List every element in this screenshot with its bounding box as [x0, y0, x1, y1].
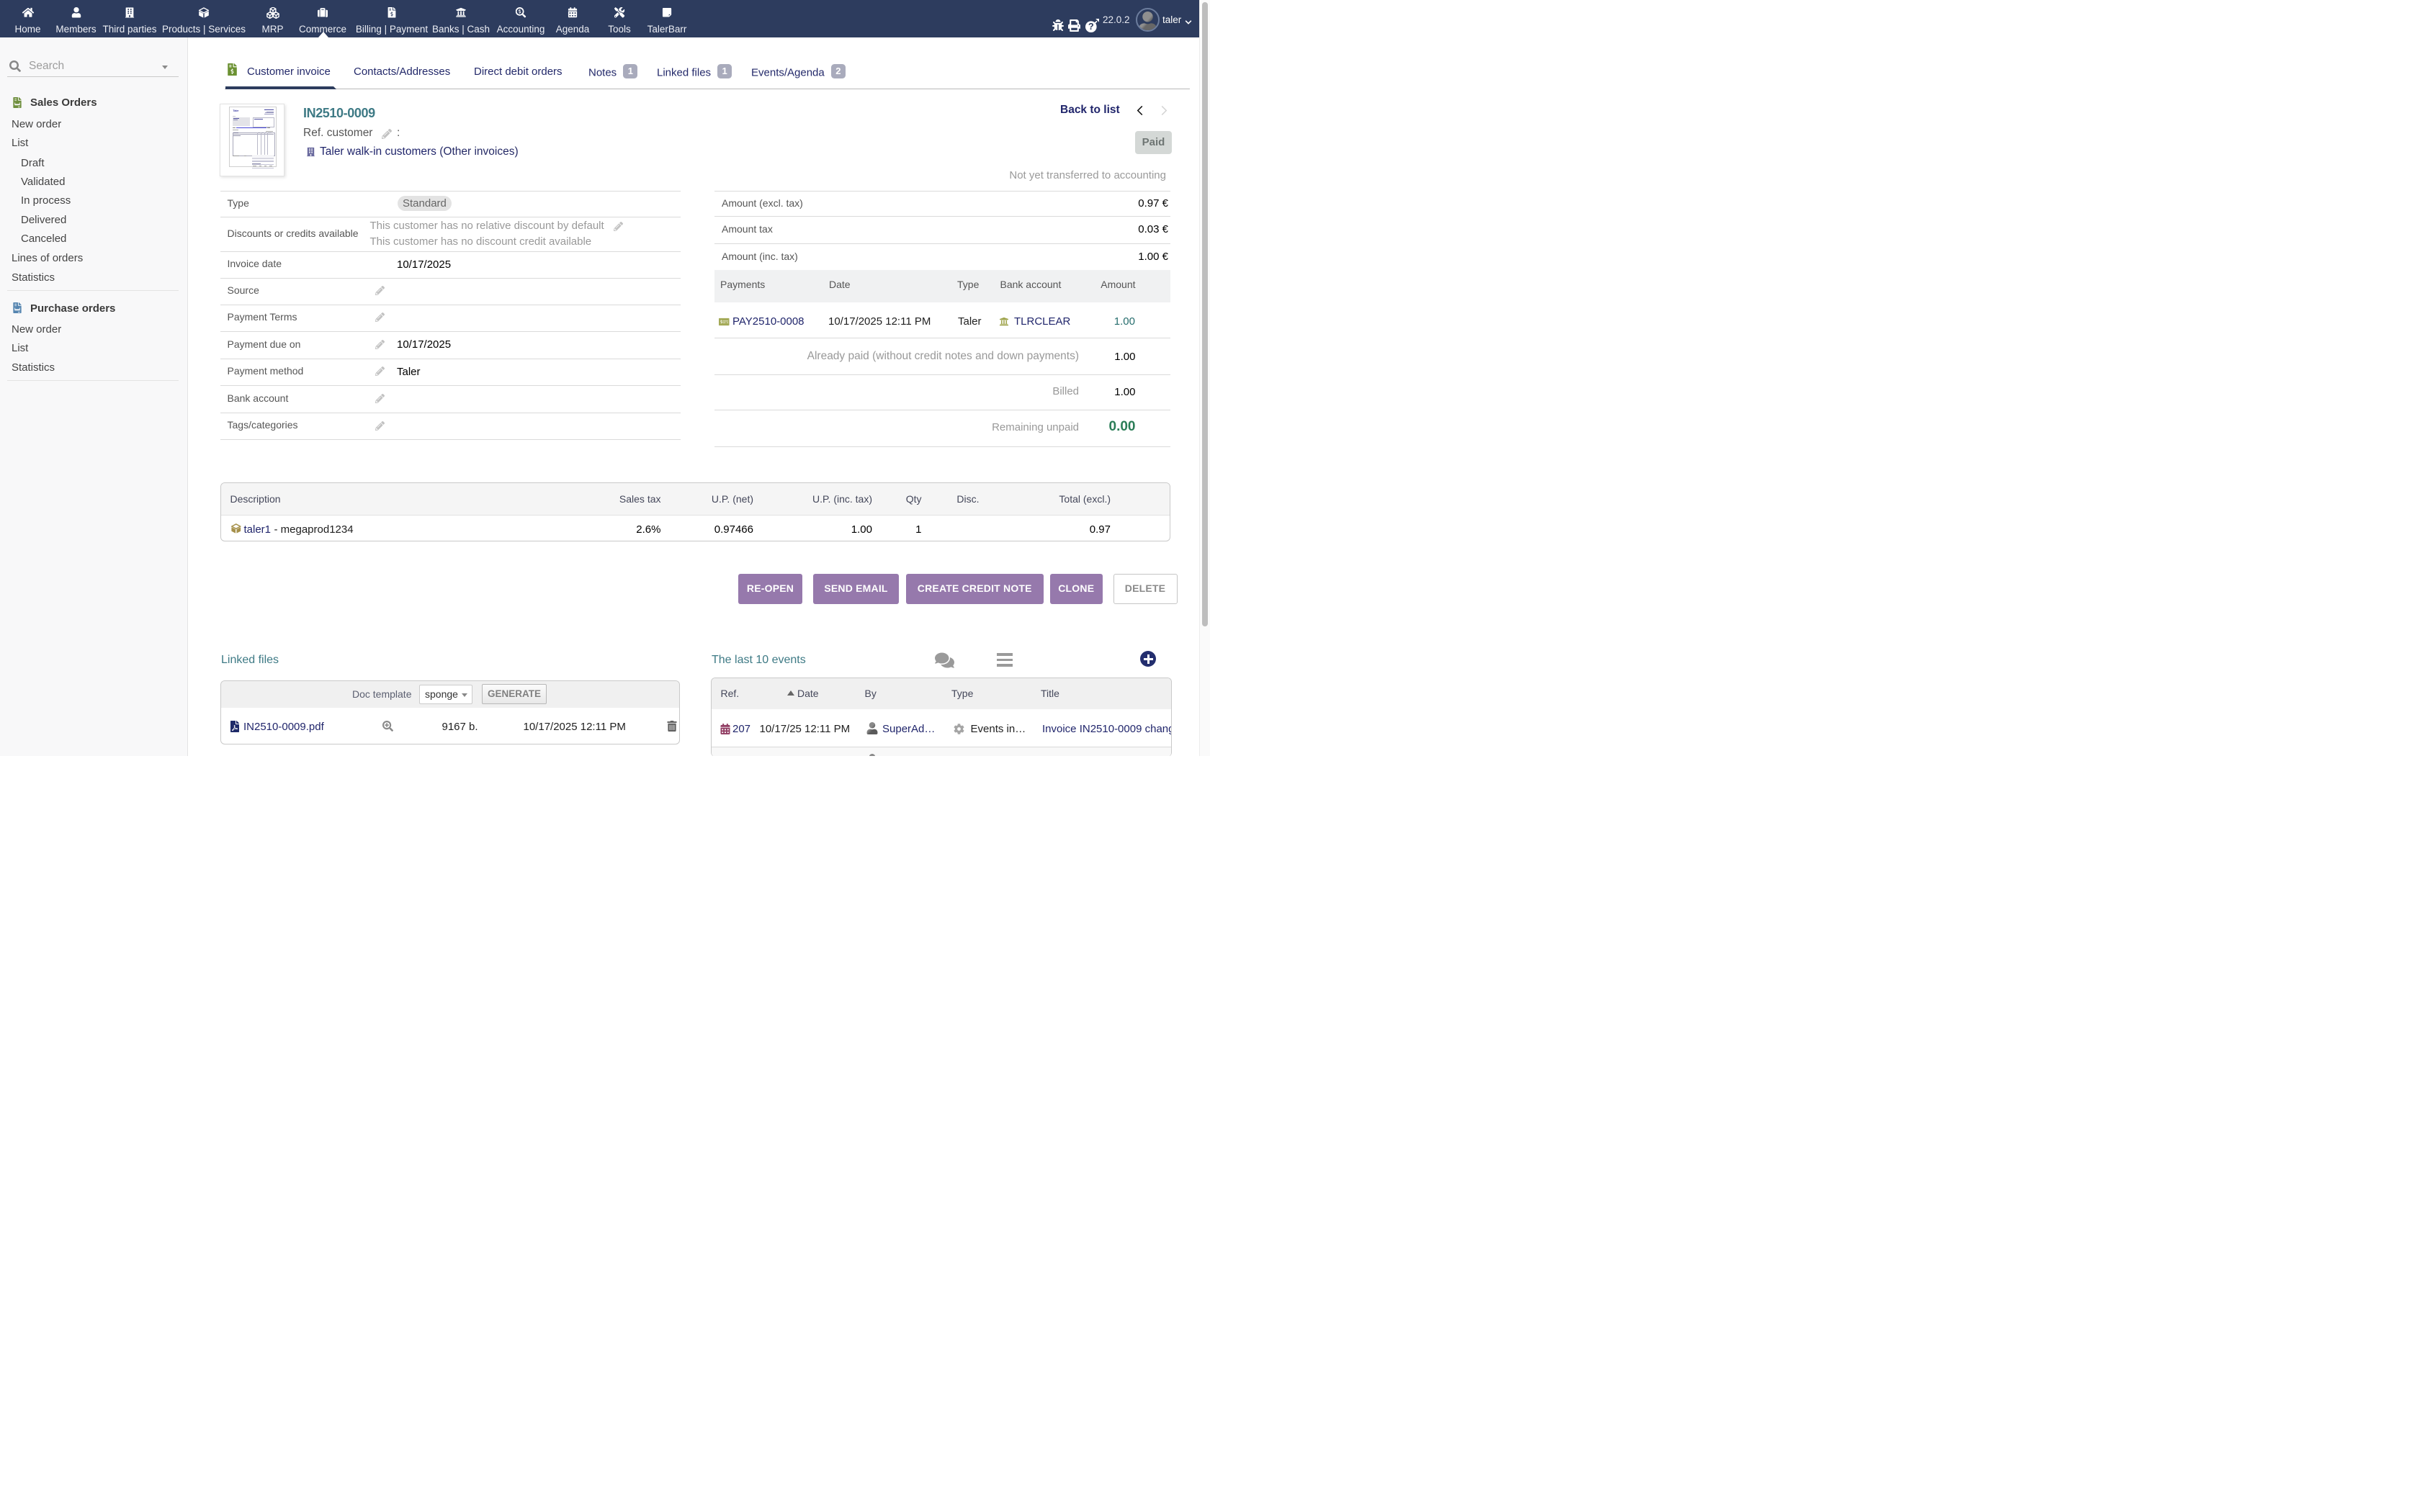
svg-text:?: ?	[1088, 21, 1094, 32]
